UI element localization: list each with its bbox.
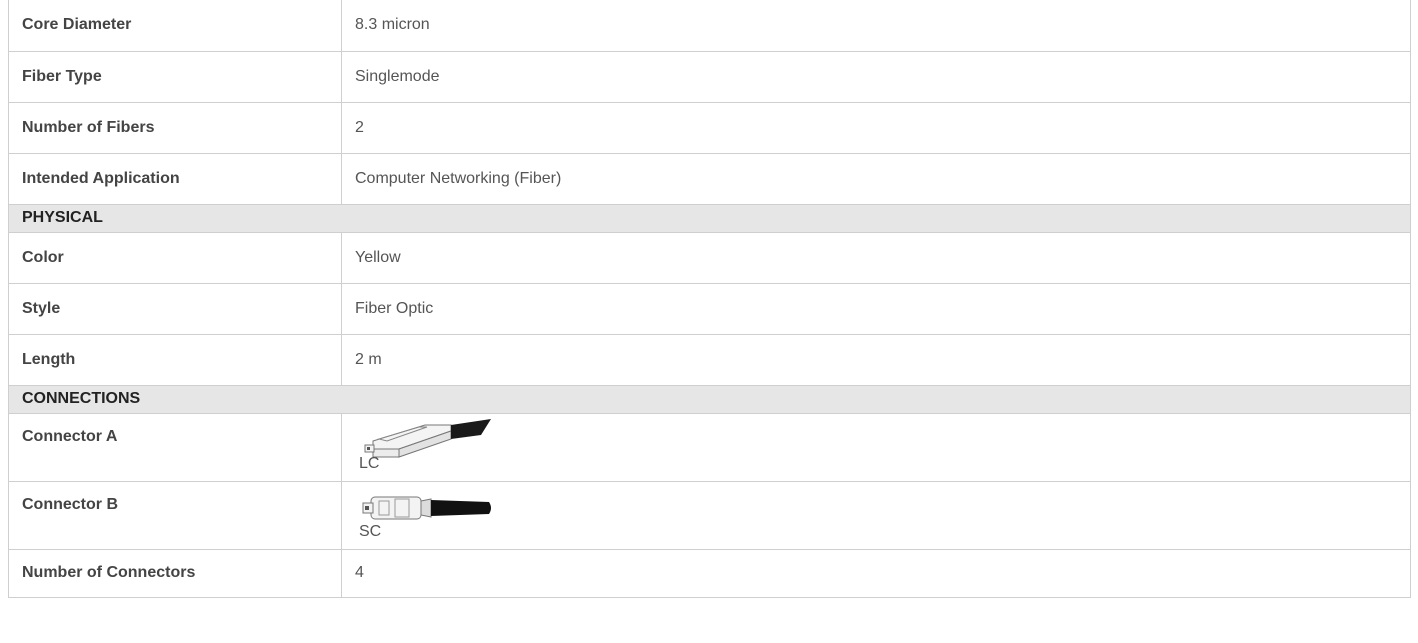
spec-value: LC bbox=[341, 412, 1411, 482]
spec-label: Number of Fibers bbox=[8, 101, 342, 154]
spec-label: Number of Connectors bbox=[8, 548, 342, 598]
spec-label: Style bbox=[8, 282, 342, 335]
spec-value: 2 bbox=[341, 101, 1411, 154]
spec-table: Core Diameter 8.3 micron Fiber Type Sing… bbox=[8, 0, 1411, 598]
spec-value: Singlemode bbox=[341, 50, 1411, 103]
spec-row-style: Style Fiber Optic bbox=[8, 282, 1411, 335]
spec-value: Fiber Optic bbox=[341, 282, 1411, 335]
spec-value: 8.3 micron bbox=[341, 0, 1411, 52]
connector-type-label: SC bbox=[359, 522, 382, 540]
spec-row-connector-a: Connector A LC bbox=[8, 412, 1411, 482]
spec-label: Length bbox=[8, 333, 342, 386]
section-header-physical: PHYSICAL bbox=[8, 203, 1411, 233]
spec-label: Intended Application bbox=[8, 152, 342, 205]
spec-label: Core Diameter bbox=[8, 0, 342, 52]
spec-value: 2 m bbox=[341, 333, 1411, 386]
spec-row-core-diameter: Core Diameter 8.3 micron bbox=[8, 0, 1411, 52]
spec-value: SC bbox=[341, 480, 1411, 550]
connector-type-label: LC bbox=[359, 454, 380, 472]
spec-value: Computer Networking (Fiber) bbox=[341, 152, 1411, 205]
spec-row-number-of-connectors: Number of Connectors 4 bbox=[8, 548, 1411, 598]
spec-row-fiber-type: Fiber Type Singlemode bbox=[8, 50, 1411, 103]
spec-row-length: Length 2 m bbox=[8, 333, 1411, 386]
spec-row-connector-b: Connector B SC bbox=[8, 480, 1411, 550]
spec-value: Yellow bbox=[341, 231, 1411, 284]
spec-label: Connector A bbox=[8, 412, 342, 482]
section-heading: CONNECTIONS bbox=[8, 384, 1411, 414]
spec-row-number-of-fibers: Number of Fibers 2 bbox=[8, 101, 1411, 154]
spec-row-color: Color Yellow bbox=[8, 231, 1411, 284]
connector-b-figure: SC bbox=[355, 487, 495, 549]
connector-a-figure: LC bbox=[355, 418, 495, 481]
section-heading: PHYSICAL bbox=[8, 203, 1411, 233]
spec-row-intended-application: Intended Application Computer Networking… bbox=[8, 152, 1411, 205]
spec-label: Connector B bbox=[8, 480, 342, 550]
section-header-connections: CONNECTIONS bbox=[8, 384, 1411, 414]
spec-label: Fiber Type bbox=[8, 50, 342, 103]
spec-label: Color bbox=[8, 231, 342, 284]
spec-value: 4 bbox=[341, 548, 1411, 598]
